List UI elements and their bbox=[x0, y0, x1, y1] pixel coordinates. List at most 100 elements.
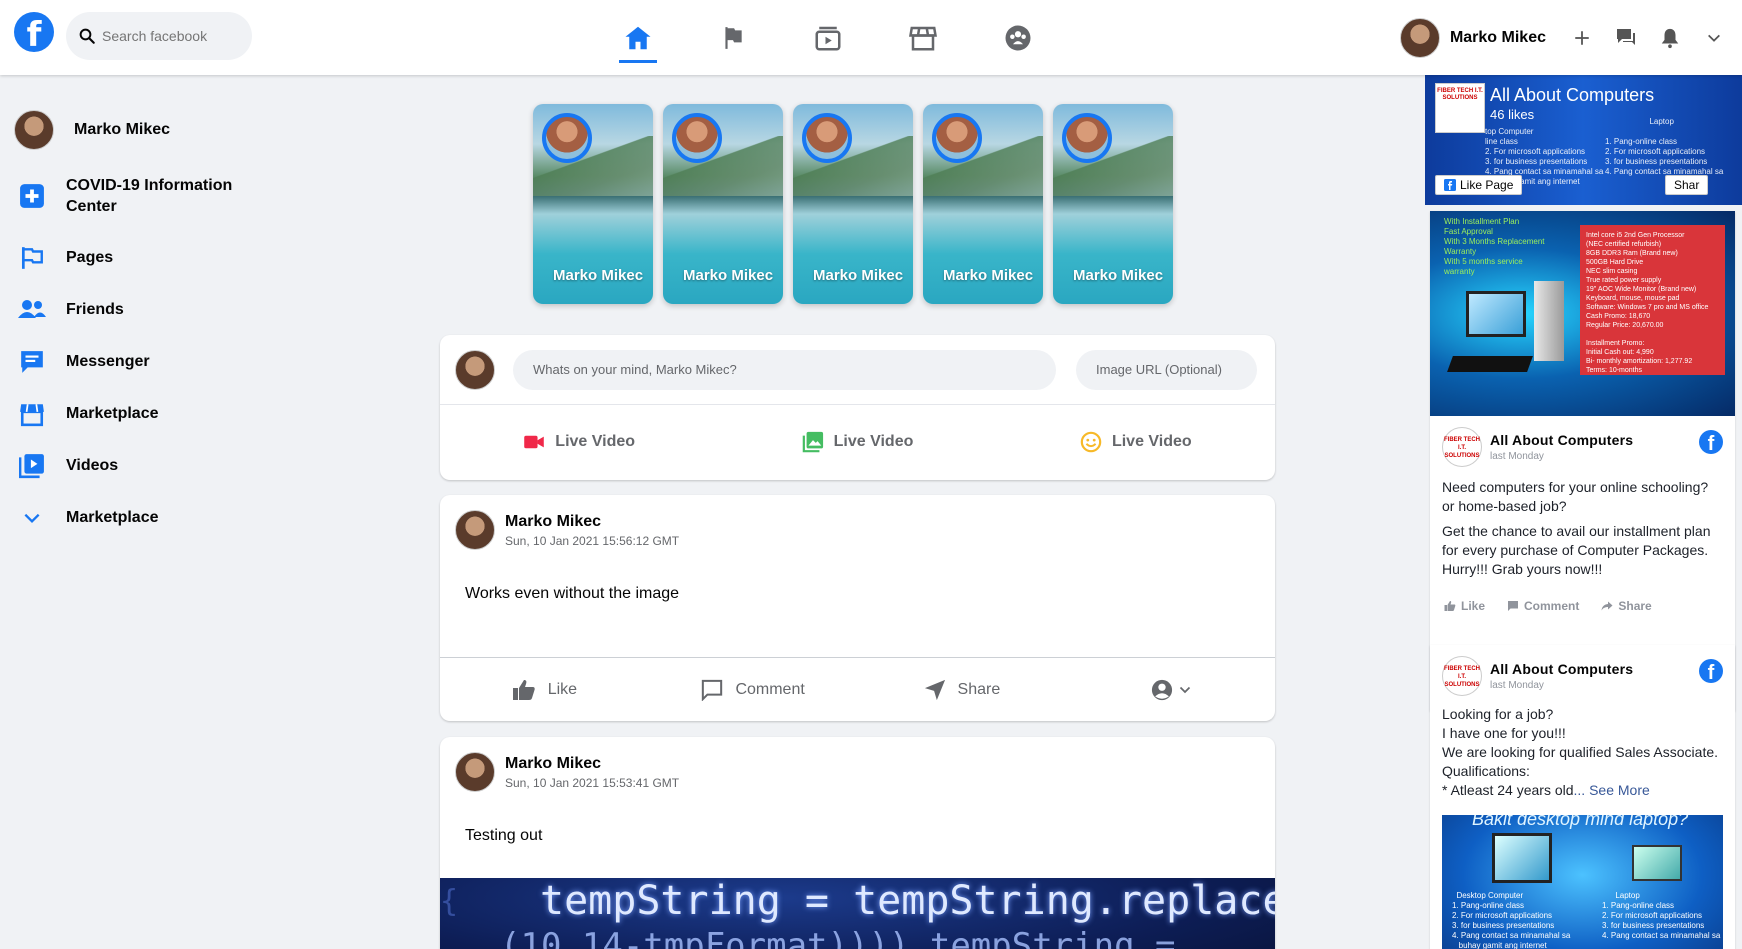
ad-paragraph: Get the chance to avail our installment … bbox=[1442, 523, 1711, 577]
avatar bbox=[14, 110, 54, 150]
left-sidebar: Marko Mikec COVID-19 Information Center … bbox=[0, 100, 260, 544]
image-url-input[interactable]: Image URL (Optional) bbox=[1076, 349, 1257, 390]
notifications-button[interactable] bbox=[1648, 16, 1692, 60]
story-avatar bbox=[672, 113, 722, 163]
post-timestamp: last Monday bbox=[1490, 680, 1544, 691]
see-more-link[interactable]: ... See More bbox=[1574, 782, 1650, 798]
video-icon bbox=[16, 450, 48, 482]
like-button[interactable]: Like bbox=[440, 679, 649, 701]
avatar[interactable] bbox=[455, 752, 495, 792]
share-button[interactable]: Share bbox=[1601, 599, 1652, 613]
photo-video-button[interactable]: Live Video bbox=[718, 431, 996, 453]
marketplace-icon bbox=[909, 26, 937, 50]
live-video-button[interactable]: Live Video bbox=[440, 433, 718, 451]
story-avatar bbox=[542, 113, 592, 163]
story-name: Marko Mikec bbox=[683, 267, 774, 284]
post-author[interactable]: Marko Mikec bbox=[505, 755, 679, 773]
page-logo[interactable]: FIBER TECH I.T. SOLUTIONS bbox=[1442, 656, 1482, 696]
messenger-button[interactable] bbox=[1604, 16, 1648, 60]
groups-icon bbox=[1005, 25, 1031, 50]
search-box[interactable] bbox=[66, 12, 252, 60]
ad-image[interactable]: Bakit desktop mind laptop? Desktop Compu… bbox=[1442, 815, 1723, 949]
sidebar-item-label: Pages bbox=[66, 249, 114, 266]
ad-line: Looking for a job? bbox=[1442, 706, 1554, 722]
story-name: Marko Mikec bbox=[943, 267, 1034, 284]
thumbs-up-icon bbox=[1444, 601, 1456, 611]
story-name: Marko Mikec bbox=[553, 267, 644, 284]
stories-row: Marko Mikec Marko Mikec Marko Mikec Mark… bbox=[533, 104, 1173, 304]
comment-button[interactable]: Comment bbox=[649, 679, 858, 701]
page-banner[interactable]: FIBER TECH I.T. SOLUTIONS All About Comp… bbox=[1425, 75, 1742, 205]
nav-pages[interactable] bbox=[698, 0, 768, 75]
avatar[interactable] bbox=[1399, 17, 1440, 58]
share-label: Share bbox=[957, 680, 1001, 698]
nav-watch[interactable] bbox=[793, 0, 863, 75]
ad-image-text: With Installment Plan Fast Approval With… bbox=[1444, 217, 1545, 276]
header-user-name[interactable]: Marko Mikec bbox=[1450, 29, 1546, 47]
post-text: Testing out bbox=[465, 827, 543, 844]
feeling-button[interactable]: Live Video bbox=[997, 431, 1275, 453]
comment-button[interactable]: Comment bbox=[1507, 599, 1579, 613]
post-actions: Like Comment Share bbox=[440, 657, 1275, 721]
page-logo[interactable]: FIBER TECH I.T. SOLUTIONS bbox=[1442, 427, 1482, 467]
sidebar-item-pages[interactable]: Pages bbox=[0, 232, 260, 284]
story-card[interactable]: Marko Mikec bbox=[1053, 104, 1173, 304]
ad-image[interactable]: With Installment Plan Fast Approval With… bbox=[1430, 211, 1735, 416]
avatar[interactable] bbox=[455, 510, 495, 550]
sidebar-item-profile[interactable]: Marko Mikec bbox=[0, 100, 260, 160]
photo-icon bbox=[802, 431, 823, 453]
create-button[interactable] bbox=[1560, 16, 1604, 60]
story-card[interactable]: Marko Mikec bbox=[533, 104, 653, 304]
sidebar-item-label: Messenger bbox=[66, 353, 150, 370]
sidebar-item-friends[interactable]: Friends bbox=[0, 284, 260, 336]
nav-home[interactable] bbox=[603, 0, 673, 75]
home-icon bbox=[625, 26, 651, 49]
plus-square-icon bbox=[16, 180, 48, 212]
status-input[interactable]: Whats on your mind, Marko Mikec? bbox=[513, 349, 1056, 390]
smiley-icon bbox=[1080, 431, 1102, 453]
avatar bbox=[455, 349, 495, 390]
feed-post: Marko Mikec Sun, 10 Jan 2021 15:53:41 GM… bbox=[440, 737, 1275, 949]
page-name[interactable]: All About Computers bbox=[1490, 661, 1633, 677]
watch-icon bbox=[815, 26, 841, 50]
sidebar-item-see-more[interactable]: Marketplace bbox=[0, 492, 260, 544]
comment-label: Comment bbox=[1524, 599, 1580, 613]
code-line: (10,14-tmpFormat)))) tempString = bbox=[500, 926, 1176, 949]
story-card[interactable]: Marko Mikec bbox=[793, 104, 913, 304]
messages-icon bbox=[1617, 28, 1635, 45]
facebook-icon bbox=[1444, 179, 1456, 191]
story-card[interactable]: Marko Mikec bbox=[923, 104, 1043, 304]
share-button[interactable]: Shar bbox=[1665, 175, 1709, 195]
sidebar-item-marketplace[interactable]: Marketplace bbox=[0, 388, 260, 440]
sidebar-item-label: COVID-19 Information Center bbox=[66, 177, 233, 215]
page-name[interactable]: All About Computers bbox=[1490, 432, 1633, 448]
account-menu-button[interactable] bbox=[1692, 16, 1736, 60]
share-button[interactable]: Share bbox=[858, 679, 1067, 701]
search-input[interactable] bbox=[102, 28, 242, 44]
banner-title[interactable]: All About Computers bbox=[1490, 85, 1654, 106]
logo-text: FIBER TECH I.T. SOLUTIONS bbox=[1437, 88, 1483, 101]
ad-image-specs: Intel core i5 2nd Gen Processor (NEC cer… bbox=[1580, 225, 1725, 375]
ad-image-text: Desktop Computer 1. Pang-online class 2.… bbox=[1452, 891, 1571, 949]
nav-marketplace[interactable] bbox=[888, 0, 958, 75]
sidebar-item-videos[interactable]: Videos bbox=[0, 440, 260, 492]
like-page-button[interactable]: Like Page bbox=[1435, 175, 1523, 195]
comment-icon bbox=[1508, 601, 1519, 611]
nav-groups[interactable] bbox=[983, 0, 1053, 75]
comment-label: Comment bbox=[735, 680, 805, 698]
post-image[interactable]: { tempString = tempString.replace( (10,1… bbox=[440, 878, 1275, 949]
sidebar-item-messenger[interactable]: Messenger bbox=[0, 336, 260, 388]
story-avatar bbox=[802, 113, 852, 163]
post-timestamp: last Monday bbox=[1490, 451, 1544, 462]
audience-selector[interactable] bbox=[1066, 679, 1275, 701]
sidebar-item-covid[interactable]: COVID-19 Information Center bbox=[0, 160, 260, 232]
button-label: Live Video bbox=[1111, 433, 1192, 450]
story-card[interactable]: Marko Mikec bbox=[663, 104, 783, 304]
post-author[interactable]: Marko Mikec bbox=[505, 513, 679, 531]
sponsored-post: FIBER TECH I.T. SOLUTIONS All About Comp… bbox=[1430, 645, 1735, 949]
flag-icon bbox=[725, 26, 742, 49]
facebook-logo-icon[interactable]: f bbox=[14, 12, 54, 52]
chevron-down-icon bbox=[1708, 34, 1720, 42]
like-button[interactable]: Like bbox=[1444, 599, 1485, 613]
flag-icon bbox=[16, 242, 48, 274]
